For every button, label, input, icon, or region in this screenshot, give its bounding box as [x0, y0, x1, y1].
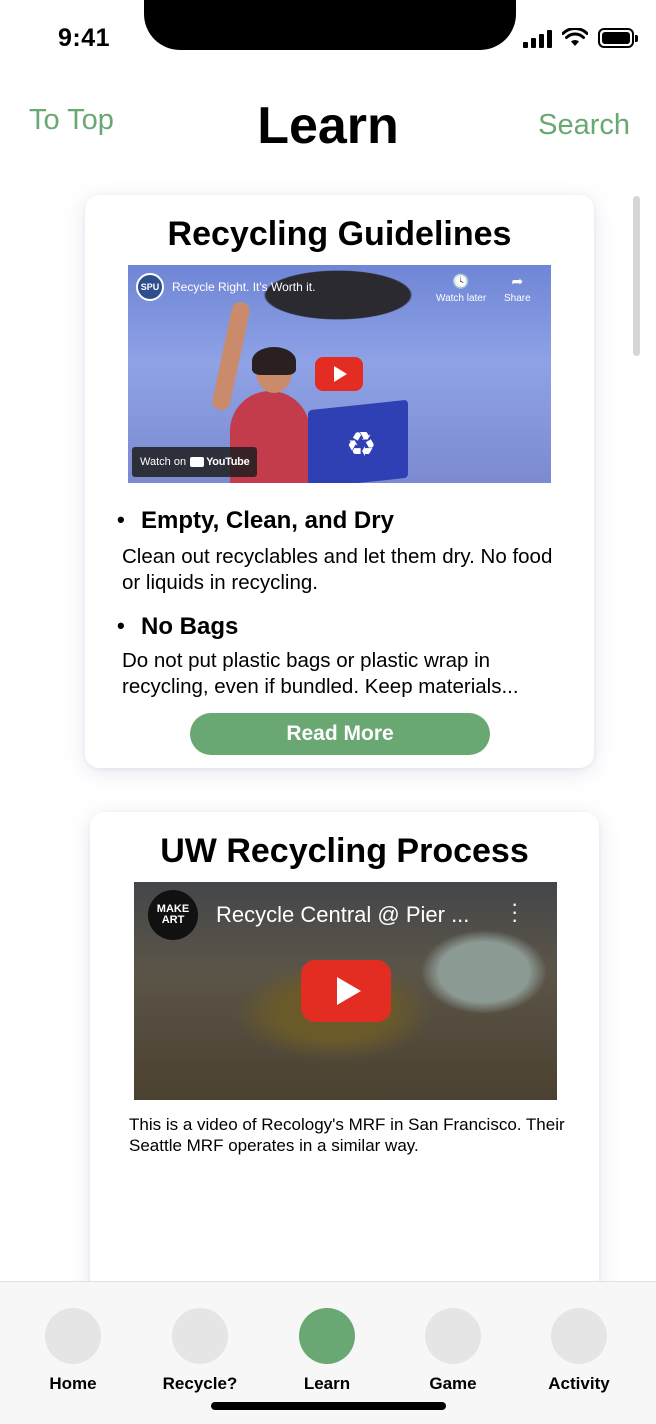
video-player[interactable]: MAKE ART Recycle Central @ Pier ... · · · [134, 882, 557, 1100]
tab-recycle[interactable]: Recycle? [145, 1308, 255, 1394]
recycle-icon: ♻ [346, 426, 377, 464]
watch-later-button[interactable]: 🕓 Watch later [436, 273, 486, 304]
home-tab-icon [45, 1308, 101, 1364]
tab-learn[interactable]: Learn [272, 1308, 382, 1394]
video-title[interactable]: Recycle Central @ Pier ... [216, 902, 469, 928]
tab-label: Learn [303, 1374, 351, 1393]
uw-recycling-process-card: UW Recycling Process MAKE ART Recycle Ce… [90, 812, 599, 1312]
learn-tab-icon [299, 1308, 355, 1364]
wifi-icon [562, 28, 588, 46]
channel-logo[interactable]: SPU [136, 273, 164, 301]
game-tab-icon [425, 1308, 481, 1364]
watch-later-label: Watch later [436, 293, 487, 304]
status-time: 9:41 [58, 24, 111, 52]
card-title: UW Recycling Process [160, 832, 529, 870]
battery-icon [598, 28, 638, 48]
share-label: Share [504, 293, 531, 304]
card-title: Recycling Guidelines [167, 215, 512, 253]
clock-icon: 🕓 [452, 273, 470, 289]
tab-game[interactable]: Game [398, 1308, 508, 1394]
share-icon: ➦ [511, 273, 524, 289]
guideline-heading: No Bags [117, 613, 238, 641]
recycle-tab-icon [172, 1308, 228, 1364]
status-icons [523, 28, 638, 48]
channel-logo[interactable]: MAKE ART [148, 890, 198, 940]
video-caption: This is a video of Recology's MRF in San… [129, 1115, 565, 1155]
tab-home[interactable]: Home [18, 1308, 128, 1394]
tab-label: Activity [548, 1374, 610, 1393]
tab-activity[interactable]: Activity [524, 1308, 634, 1394]
notch [144, 0, 516, 50]
play-button[interactable] [301, 960, 391, 1022]
read-more-button[interactable]: Read More [190, 713, 490, 755]
home-indicator[interactable] [211, 1402, 446, 1410]
more-options-icon[interactable]: · · · [511, 893, 518, 931]
youtube-icon [190, 457, 205, 467]
watch-on-youtube-button[interactable]: Watch on YouTube [132, 447, 258, 477]
activity-tab-icon [551, 1308, 607, 1364]
recycling-guidelines-card: Recycling Guidelines ♻ SPU Recycle Right… [85, 195, 594, 768]
guideline-heading: Empty, Clean, and Dry [117, 507, 394, 535]
cellular-signal-icon [523, 28, 552, 48]
scrollbar[interactable] [633, 196, 640, 356]
play-button[interactable] [315, 357, 363, 391]
guideline-text: Clean out recyclables and let them dry. … [122, 545, 553, 594]
youtube-logo: YouTube [190, 456, 250, 468]
tab-label: Home [49, 1374, 97, 1393]
tab-label: Recycle? [162, 1374, 238, 1393]
video-title[interactable]: Recycle Right. It's Worth it. [172, 280, 315, 294]
guideline-text: Do not put plastic bags or plastic wrap … [122, 649, 519, 698]
share-button[interactable]: ➦ Share [504, 273, 531, 304]
tab-label: Game [429, 1374, 477, 1393]
video-player[interactable]: ♻ SPU Recycle Right. It's Worth it. 🕓 Wa… [128, 265, 551, 483]
watch-on-label: Watch on [140, 456, 187, 468]
search-link[interactable]: Search [538, 109, 630, 142]
